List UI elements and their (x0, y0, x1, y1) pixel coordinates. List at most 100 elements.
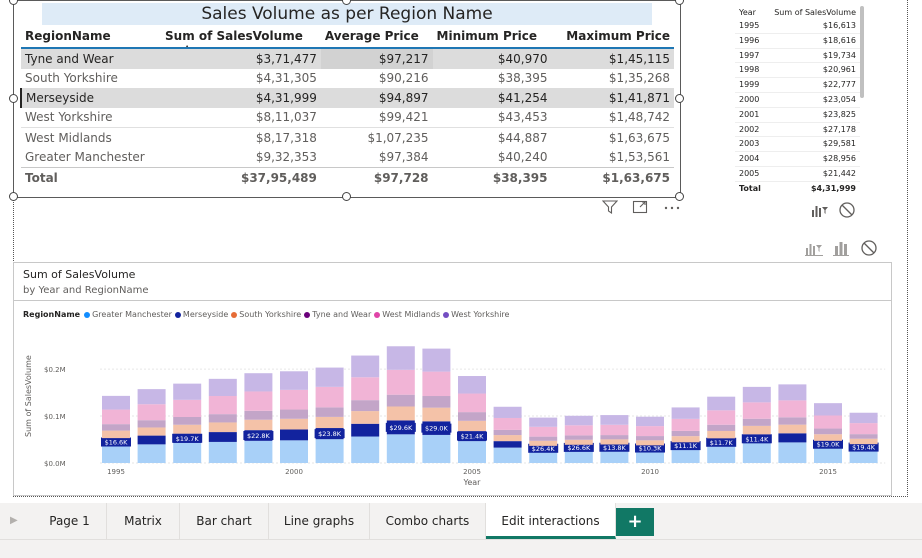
bar-segment[interactable] (208, 432, 237, 442)
bar-segment[interactable] (707, 424, 736, 431)
bar-segment[interactable] (244, 440, 273, 463)
bar-segment[interactable] (102, 409, 130, 425)
tab-combo-charts[interactable]: Combo charts (370, 503, 486, 539)
bar-segment[interactable] (458, 412, 486, 421)
bar-segment[interactable] (386, 406, 415, 421)
bar-segment[interactable] (458, 376, 486, 394)
bar-segment[interactable] (208, 378, 237, 397)
bar-segment[interactable] (636, 436, 664, 441)
matrix-row[interactable]: 1998 $20,961 (735, 63, 860, 79)
bar-segment[interactable] (707, 410, 736, 425)
bar-segment[interactable] (280, 418, 308, 430)
bar-segment[interactable] (351, 400, 380, 412)
resize-handle[interactable] (9, 192, 18, 201)
bar-segment[interactable] (636, 426, 664, 437)
table-row[interactable]: West Midlands $8,17,318 $1,07,235 $44,88… (21, 128, 674, 148)
bar-segment[interactable] (351, 423, 380, 437)
bar-segment[interactable] (778, 384, 807, 401)
bar-segment[interactable] (707, 396, 736, 411)
bar-segment[interactable] (137, 435, 166, 445)
table-row[interactable]: West Yorkshire $8,11,037 $99,421 $43,453… (21, 108, 674, 128)
bar-segment[interactable] (814, 403, 842, 416)
bar-segment[interactable] (778, 433, 807, 443)
bar-segment[interactable] (208, 396, 237, 415)
bar-segment[interactable] (849, 412, 878, 424)
bar-segment[interactable] (244, 373, 273, 392)
bar-segment[interactable] (386, 434, 415, 463)
tab-edit-interactions[interactable]: Edit interactions (486, 503, 616, 539)
column-header-regionname[interactable]: RegionName (21, 25, 162, 49)
bar-segment[interactable] (564, 439, 593, 445)
filter-icon[interactable] (601, 200, 619, 215)
bar-segment[interactable] (564, 425, 593, 436)
bar-segment[interactable] (493, 441, 522, 448)
bar-segment[interactable] (600, 449, 629, 463)
bar-segment[interactable] (849, 423, 878, 435)
legend-item[interactable]: Merseyside (174, 310, 228, 319)
bar-segment[interactable] (671, 448, 700, 463)
bar-segment[interactable] (529, 440, 558, 446)
matrix-row[interactable]: 2005 $21,442 (735, 167, 860, 182)
bar-segment[interactable] (315, 407, 344, 417)
bar-segment[interactable] (458, 393, 486, 413)
bar-segment[interactable] (636, 450, 664, 463)
bar-segment[interactable] (137, 389, 166, 405)
bar-segment[interactable] (778, 400, 807, 418)
bar-segment[interactable] (173, 383, 202, 400)
legend-item[interactable]: West Midlands (374, 310, 440, 319)
bar-segment[interactable] (351, 355, 380, 378)
bar-segment[interactable] (493, 417, 522, 430)
bar-segment[interactable] (671, 418, 700, 431)
bar-segment[interactable] (600, 415, 629, 425)
bar-segment[interactable] (814, 434, 842, 441)
matrix-header-sum[interactable]: Sum of SalesVolume (774, 8, 856, 17)
bar-segment[interactable] (564, 435, 593, 440)
stacked-column-chart-visual[interactable]: Sum of SalesVolume by Year and RegionNam… (13, 262, 892, 496)
bar-segment[interactable] (742, 425, 771, 435)
focus-mode-icon[interactable] (632, 200, 648, 214)
resize-handle[interactable] (9, 94, 18, 103)
matrix-row[interactable]: 1996 $18,616 (735, 34, 860, 49)
bar-segment[interactable] (742, 386, 771, 403)
column-header-maximum-price[interactable]: Maximum Price (551, 25, 674, 49)
none-interaction-icon[interactable] (860, 239, 878, 257)
filter-interaction-icon[interactable] (811, 202, 829, 218)
bar-segment[interactable] (102, 424, 130, 431)
matrix-row[interactable]: 1995 $16,613 (735, 19, 860, 34)
bar-segment[interactable] (386, 346, 415, 370)
none-interaction-icon[interactable] (838, 201, 856, 219)
bar-segment[interactable] (742, 418, 771, 426)
matrix-row[interactable]: 2002 $27,178 (735, 123, 860, 138)
bar-segment[interactable] (707, 446, 736, 463)
tab-line-graphs[interactable]: Line graphs (269, 503, 370, 539)
bar-segment[interactable] (529, 417, 558, 427)
bar-segment[interactable] (280, 440, 308, 463)
bar-segment[interactable] (849, 434, 878, 439)
bar-segment[interactable] (671, 436, 700, 443)
bar-segment[interactable] (422, 371, 451, 397)
matrix-row[interactable]: 2004 $28,956 (735, 152, 860, 167)
bar-segment[interactable] (244, 391, 273, 411)
bar-segment[interactable] (208, 441, 237, 463)
matrix-row[interactable]: 1997 $19,734 (735, 49, 860, 64)
more-options-icon[interactable] (663, 200, 681, 214)
resize-handle[interactable] (675, 94, 684, 103)
table-row-selected[interactable]: Merseyside $4,31,999 $94,897 $41,254 $1,… (19, 88, 674, 108)
matrix-row[interactable]: 2000 $23,054 (735, 93, 860, 108)
bar-segment[interactable] (564, 449, 593, 463)
bar-segment[interactable] (315, 416, 344, 429)
bar-segment[interactable] (529, 436, 558, 441)
bar-segment[interactable] (778, 424, 807, 434)
bar-segment[interactable] (315, 386, 344, 408)
legend-item[interactable]: West Yorkshire (443, 310, 509, 319)
bar-segment[interactable] (386, 369, 415, 395)
bar-segment[interactable] (208, 414, 237, 423)
bar-segment[interactable] (102, 430, 130, 439)
bar-segment[interactable] (280, 409, 308, 419)
bar-segment[interactable] (849, 438, 878, 445)
bar-segment[interactable] (529, 426, 558, 437)
bar-segment[interactable] (315, 439, 344, 463)
bar-segment[interactable] (173, 417, 202, 425)
bar-segment[interactable] (386, 394, 415, 407)
bar-segment[interactable] (280, 429, 308, 441)
